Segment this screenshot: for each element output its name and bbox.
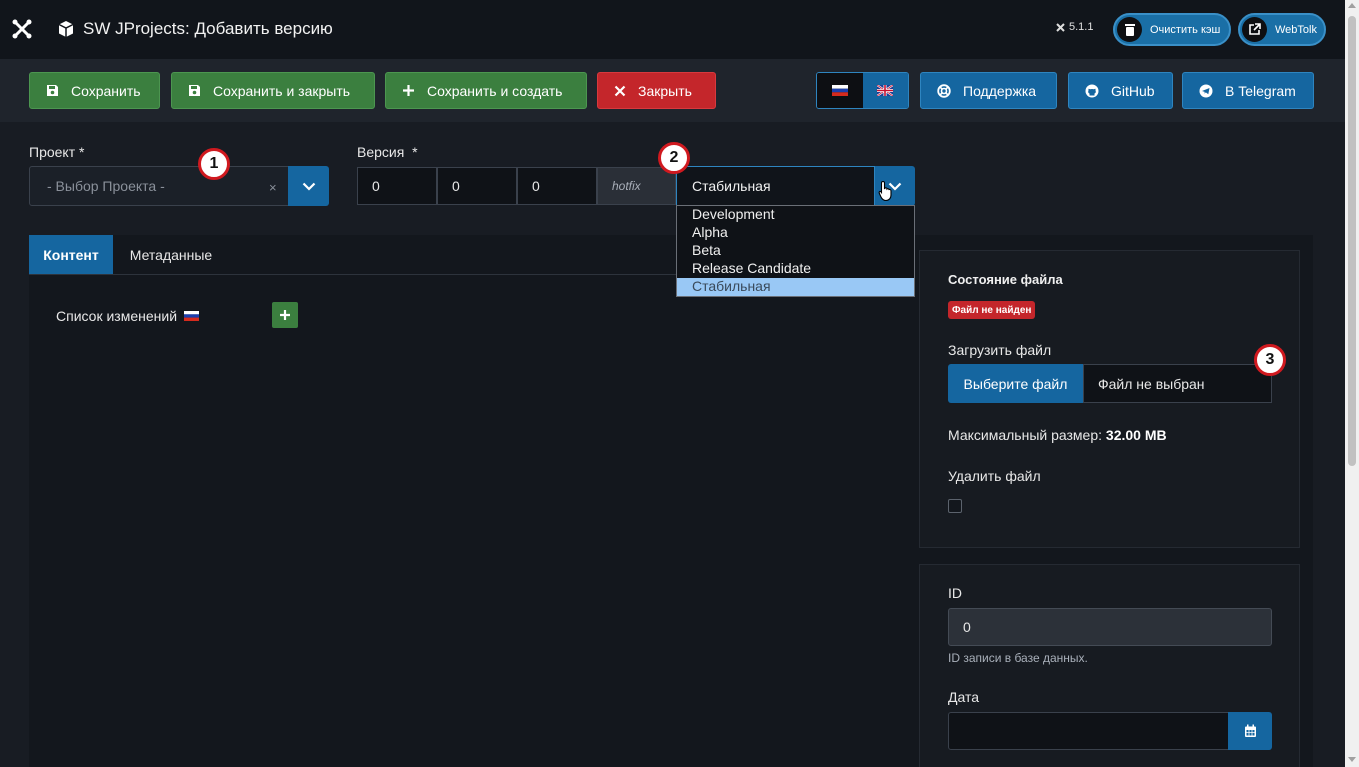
calendar-icon: [1244, 724, 1256, 737]
calendar-button[interactable]: [1228, 712, 1272, 750]
stability-select[interactable]: Стабильная: [676, 166, 875, 206]
lang-ru-button[interactable]: [817, 73, 863, 108]
delete-file-checkbox[interactable]: [948, 499, 962, 513]
status-badge: Файл не найден: [948, 301, 1036, 319]
changelog-label: Список изменений: [56, 308, 178, 324]
telegram-button[interactable]: В Telegram: [1182, 72, 1314, 109]
telegram-label: В Telegram: [1225, 82, 1296, 99]
telegram-icon: [1199, 84, 1213, 98]
language-switcher: [816, 72, 909, 109]
annotation-marker-2: 2: [658, 142, 690, 174]
stability-option[interactable]: Alpha: [677, 224, 914, 242]
scroll-up-icon[interactable]: [1348, 3, 1356, 8]
lang-en-button[interactable]: [862, 73, 908, 108]
id-input: 0: [948, 608, 1272, 646]
project-placeholder: - Выбор Проекта -: [47, 178, 165, 194]
github-button[interactable]: GitHub: [1068, 72, 1173, 109]
support-label: Поддержка: [963, 82, 1037, 99]
joomla-icon: [1056, 22, 1065, 32]
upload-label: Загрузить файл: [948, 342, 1052, 358]
flag-uk-icon: [877, 85, 894, 96]
mouse-pointer-icon: [878, 180, 892, 202]
clear-project-icon[interactable]: ×: [269, 180, 277, 195]
date-input[interactable]: [948, 712, 1229, 750]
trash-icon: [1117, 17, 1142, 42]
stability-option[interactable]: Beta: [677, 242, 914, 260]
stability-option[interactable]: Development: [677, 206, 914, 224]
joomla-version-badge: 5.1.1: [1055, 21, 1093, 33]
choose-file-button[interactable]: Выберите файл: [948, 364, 1083, 403]
project-select[interactable]: - Выбор Проекта - ×: [29, 166, 289, 206]
version-number: 5.1.1: [1069, 21, 1094, 33]
close-label: Закрыть: [638, 82, 692, 99]
tab-metadata[interactable]: Метаданные: [113, 235, 229, 274]
save-new-label: Сохранить и создать: [427, 82, 563, 99]
file-name-display: Файл не выбран: [1083, 364, 1272, 403]
save-button[interactable]: Сохранить: [29, 72, 160, 109]
webtolk-button[interactable]: WebTolk: [1238, 13, 1326, 46]
annotation-marker-1: 1: [198, 148, 230, 180]
external-link-icon: [1242, 17, 1267, 42]
flag-ru-icon: [184, 311, 200, 321]
plus-icon: [280, 310, 290, 320]
tab-content[interactable]: Контент: [29, 235, 113, 274]
stability-option[interactable]: Release Candidate: [677, 260, 914, 278]
version-minor-input[interactable]: 0: [437, 167, 517, 205]
support-button[interactable]: Поддержка: [920, 72, 1057, 109]
max-size-value: 32.00 MB: [1105, 427, 1167, 443]
file-status-label: Состояние файла: [948, 272, 1063, 287]
max-size-prefix: Максимальный размер:: [948, 427, 1103, 443]
lifebuoy-icon: [937, 83, 951, 98]
version-label: Версия *: [357, 144, 418, 160]
save-new-button[interactable]: Сохранить и создать: [385, 72, 587, 109]
id-label: ID: [948, 585, 962, 601]
box-icon: [58, 21, 74, 37]
github-label: GitHub: [1111, 82, 1155, 99]
annotation-marker-3: 3: [1254, 344, 1286, 376]
changelog-row: Список изменений: [56, 308, 200, 324]
github-icon: [1085, 84, 1099, 98]
chevron-down-icon: [302, 182, 315, 191]
stability-dropdown: Development Alpha Beta Release Candidate…: [676, 205, 915, 297]
add-changelog-button[interactable]: [272, 302, 298, 328]
date-label: Дата: [948, 689, 980, 705]
joomla-icon[interactable]: [11, 18, 33, 40]
save-label: Сохранить: [71, 82, 141, 99]
page-title: SW JProjects: Добавить версию: [83, 19, 333, 38]
webtolk-label: WebTolk: [1275, 23, 1317, 36]
scrollbar-thumb[interactable]: [1348, 16, 1356, 466]
close-button[interactable]: Закрыть: [597, 72, 716, 109]
save-icon: [46, 84, 59, 97]
flag-ru-icon: [831, 85, 848, 96]
close-icon: [614, 85, 626, 97]
save-close-button[interactable]: Сохранить и закрыть: [171, 72, 375, 109]
project-dropdown-button[interactable]: [288, 166, 329, 206]
clear-cache-button[interactable]: Очистить кэш: [1113, 13, 1231, 46]
plus-icon: [402, 84, 415, 97]
save-close-label: Сохранить и закрыть: [213, 82, 351, 99]
version-hotfix-input[interactable]: hotfix: [597, 167, 676, 205]
save-icon: [188, 84, 201, 97]
version-patch-input[interactable]: 0: [517, 167, 597, 205]
version-major-input[interactable]: 0: [357, 167, 437, 205]
scroll-down-icon[interactable]: [1348, 757, 1356, 762]
id-help-text: ID записи в базе данных.: [948, 651, 1088, 665]
max-size-text: Максимальный размер: 32.00 MB: [948, 427, 1167, 443]
stability-option-selected[interactable]: Стабильная: [677, 278, 914, 296]
delete-file-label: Удалить файл: [948, 468, 1041, 484]
project-label: Проект *: [29, 144, 85, 160]
app-header: SW JProjects: Добавить версию 5.1.1 Очис…: [0, 0, 1345, 59]
clear-cache-label: Очистить кэш: [1150, 23, 1221, 36]
